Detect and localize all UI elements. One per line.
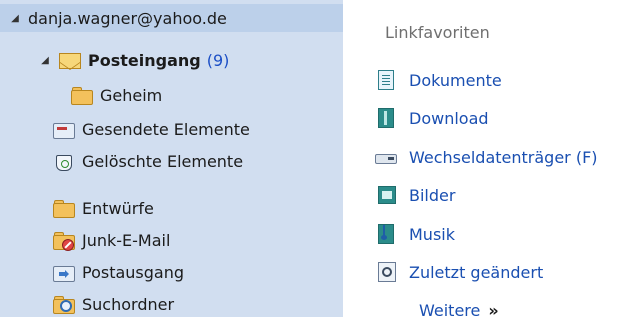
- link-favorites-pane: Linkfavoriten Dokumente Download Wechsel…: [365, 0, 640, 317]
- folder-label: Entwürfe: [82, 198, 154, 218]
- folder-row-entwuerfe[interactable]: Entwürfe: [52, 194, 154, 222]
- bin-shape: [56, 155, 72, 171]
- sent-items-icon: [52, 120, 75, 139]
- envelope-shape: [59, 53, 81, 69]
- unread-count: (9): [206, 50, 230, 70]
- folder-row-geloeschte-elemente[interactable]: Gelöschte Elemente: [52, 147, 243, 175]
- folder-row-suchordner[interactable]: Suchordner: [52, 290, 174, 317]
- link-label: Musik: [409, 224, 455, 244]
- folder-icon: [70, 86, 93, 105]
- folder-row-postausgang[interactable]: Postausgang: [52, 258, 184, 286]
- bin-mark: [61, 160, 69, 168]
- folder-label: Posteingang: [88, 50, 201, 70]
- removable-drive-icon: [375, 146, 397, 168]
- download-glyph: [378, 108, 394, 128]
- tray-slot: [57, 127, 67, 130]
- link-item-bilder[interactable]: Bilder: [375, 180, 455, 210]
- junk-badge: [62, 239, 74, 251]
- link-item-zuletzt-geaendert[interactable]: Zuletzt geändert: [375, 257, 543, 287]
- screen-root: ◢ danja.wagner@yahoo.de ◢ Posteingang (9…: [0, 0, 640, 317]
- recent-icon: [375, 261, 397, 283]
- folder-row-gesendete-elemente[interactable]: Gesendete Elemente: [52, 115, 250, 143]
- more-links-label: Weitere: [419, 300, 481, 317]
- more-links-row[interactable]: Weitere »: [419, 300, 499, 317]
- outbox-icon: [52, 263, 75, 282]
- folder-label: Postausgang: [82, 262, 185, 282]
- folder-label: Geheim: [100, 85, 163, 105]
- folder-label: Gelöschte Elemente: [82, 151, 244, 171]
- link-label: Dokumente: [409, 70, 502, 90]
- music-icon: [375, 223, 397, 245]
- link-label: Download: [409, 108, 489, 128]
- pictures-glyph: [378, 186, 396, 204]
- link-favorites-header: Linkfavoriten: [385, 23, 490, 42]
- collapse-triangle-icon[interactable]: ◢: [40, 55, 50, 66]
- folder-row-geheim[interactable]: Geheim: [70, 81, 162, 109]
- music-note-glyph: [381, 225, 391, 240]
- link-label: Zuletzt geändert: [409, 262, 544, 282]
- link-item-dokumente[interactable]: Dokumente: [375, 65, 502, 95]
- drive-glyph: [375, 154, 397, 164]
- drafts-folder-icon: [52, 199, 75, 218]
- mail-folder-pane: ◢ danja.wagner@yahoo.de ◢ Posteingang (9…: [0, 0, 343, 317]
- collapse-triangle-icon[interactable]: ◢: [10, 13, 20, 24]
- folder-base: [71, 90, 93, 105]
- search-lens: [60, 300, 72, 312]
- link-item-musik[interactable]: Musik: [375, 219, 455, 249]
- folder-label: Junk-E-Mail: [82, 230, 171, 250]
- folder-row-junk-e-mail[interactable]: Junk-E-Mail: [52, 226, 170, 254]
- account-label: danja.wagner@yahoo.de: [28, 8, 227, 28]
- link-label: Bilder: [409, 185, 456, 205]
- folder-row-posteingang[interactable]: ◢ Posteingang (9): [40, 46, 229, 74]
- download-icon: [375, 107, 397, 129]
- deleted-items-icon: [52, 152, 74, 171]
- double-chevron-icon: »: [488, 300, 499, 317]
- link-item-download[interactable]: Download: [375, 103, 489, 133]
- search-folder-icon: [52, 295, 75, 314]
- account-row[interactable]: ◢ danja.wagner@yahoo.de: [10, 4, 227, 32]
- recent-glyph: [378, 262, 396, 282]
- link-item-wechseldatentraeger[interactable]: Wechseldatenträger (F): [375, 142, 598, 172]
- tray-shape: [53, 123, 75, 139]
- documents-glyph: [378, 70, 394, 90]
- folder-label: Gesendete Elemente: [82, 119, 250, 139]
- junk-email-icon: [52, 231, 75, 251]
- folder-label: Suchordner: [82, 294, 175, 314]
- pictures-icon: [375, 184, 397, 206]
- link-label: Wechseldatenträger (F): [409, 147, 598, 167]
- inbox-envelope-icon: [58, 51, 81, 69]
- folder-base: [53, 203, 75, 218]
- documents-icon: [375, 69, 397, 91]
